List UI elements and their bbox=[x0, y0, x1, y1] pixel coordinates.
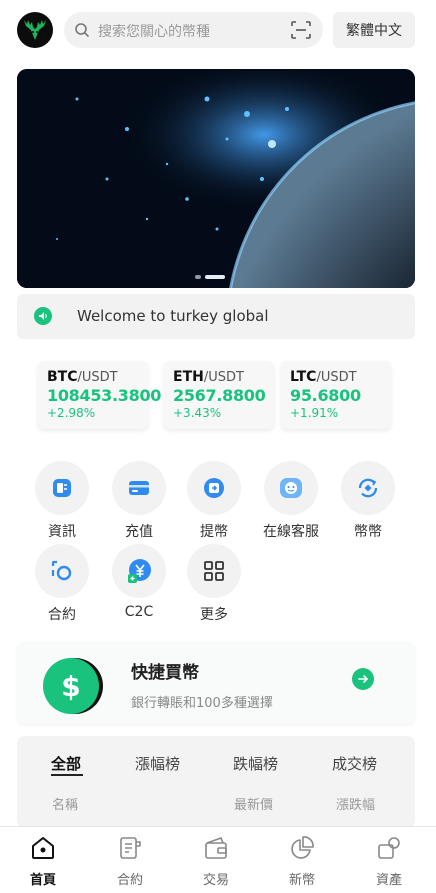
tab-volume[interactable]: 成交榜 bbox=[332, 753, 377, 774]
nav-label: 新幣 bbox=[288, 873, 315, 888]
quick-link-deposit[interactable]: 充值 bbox=[103, 461, 175, 541]
card-icon bbox=[112, 461, 166, 515]
hero-banner[interactable] bbox=[17, 69, 415, 288]
ticker-price: 95.6800 bbox=[290, 386, 361, 405]
quick-buy-card[interactable]: $ 快捷買幣 銀行轉賬和100多種選擇 bbox=[17, 642, 415, 724]
bottom-nav: 首頁 合約 交易 新幣 資產 bbox=[0, 826, 436, 893]
announcement-text: Welcome to turkey global bbox=[77, 307, 269, 325]
search-input[interactable]: 搜索您關心的幣種 bbox=[64, 12, 323, 48]
ticker-pair: ETH/USDT bbox=[173, 369, 244, 385]
language-button[interactable]: 繁體中文 bbox=[333, 12, 415, 48]
quick-link-c2c[interactable]: C2C bbox=[103, 544, 175, 624]
tab-all[interactable]: 全部 bbox=[51, 753, 81, 774]
wallet-icon bbox=[186, 833, 246, 863]
quick-link-label: 資訊 bbox=[48, 524, 76, 540]
arrow-right-icon[interactable] bbox=[352, 668, 374, 690]
nav-contract[interactable]: 合約 bbox=[100, 833, 160, 888]
support-icon bbox=[264, 461, 318, 515]
nav-label: 交易 bbox=[202, 873, 229, 888]
quick-link-label: 提幣 bbox=[200, 524, 228, 540]
pie-icon bbox=[272, 833, 332, 863]
quick-link-label: 在線客服 bbox=[263, 524, 319, 540]
quick-link-label: 合約 bbox=[48, 607, 76, 623]
active-tab-indicator bbox=[51, 774, 83, 776]
quick-link-exchange[interactable]: 幣幣 bbox=[332, 461, 404, 541]
withdraw-icon bbox=[187, 461, 241, 515]
market-panel: 全部 漲幅榜 跌幅榜 成交榜 名稱 最新價 漲跌幅 bbox=[17, 736, 415, 828]
tab-gainers[interactable]: 漲幅榜 bbox=[135, 753, 180, 774]
quick-link-label: 充值 bbox=[125, 524, 153, 540]
ticker-price: 2567.8800 bbox=[173, 386, 266, 405]
quick-link-label: C2C bbox=[124, 604, 154, 620]
top-header: 搜索您關心的幣種 繁體中文 bbox=[0, 0, 436, 62]
assets-icon bbox=[359, 833, 419, 863]
ticker-card-btc[interactable]: BTC/USDT 108453.3800 +2.98% bbox=[38, 361, 162, 429]
quick-buy-subtitle: 銀行轉賬和100多種選擇 bbox=[131, 696, 273, 711]
ticker-change: +2.98% bbox=[47, 406, 96, 420]
yen-icon bbox=[112, 544, 166, 598]
svg-text:$: $ bbox=[61, 670, 80, 703]
ticker-pair: BTC/USDT bbox=[47, 369, 118, 385]
ticker-change: +3.43% bbox=[173, 406, 222, 420]
nav-home[interactable]: 首頁 bbox=[13, 833, 73, 888]
column-change: 漲跌幅 bbox=[336, 798, 376, 813]
quick-link-support[interactable]: 在線客服 bbox=[255, 461, 327, 541]
dollar-coin-icon: $ bbox=[42, 656, 106, 720]
quick-link-withdraw[interactable]: 提幣 bbox=[178, 461, 250, 541]
contract-icon bbox=[35, 544, 89, 598]
quick-link-label: 更多 bbox=[200, 607, 228, 623]
quick-link-contract[interactable]: 合約 bbox=[26, 544, 98, 624]
column-last-price: 最新價 bbox=[234, 798, 274, 813]
announcement-bar[interactable]: Welcome to turkey global bbox=[17, 294, 415, 339]
quick-buy-title: 快捷買幣 bbox=[131, 663, 199, 683]
nav-label: 資產 bbox=[375, 873, 402, 888]
nav-label: 首頁 bbox=[29, 873, 56, 888]
quick-link-news[interactable]: 資訊 bbox=[26, 461, 98, 541]
nav-assets[interactable]: 資產 bbox=[359, 833, 419, 888]
contract-doc-icon bbox=[100, 833, 160, 863]
speaker-icon bbox=[34, 307, 52, 325]
quick-link-more[interactable]: 更多 bbox=[178, 544, 250, 624]
search-icon bbox=[74, 22, 90, 42]
deer-logo-icon[interactable] bbox=[17, 12, 53, 48]
search-placeholder: 搜索您關心的幣種 bbox=[98, 24, 210, 40]
ticker-pair: LTC/USDT bbox=[290, 369, 357, 385]
scan-icon[interactable] bbox=[290, 20, 312, 44]
ticker-change: +1.91% bbox=[290, 406, 339, 420]
home-icon bbox=[13, 833, 73, 863]
quick-link-label: 幣幣 bbox=[354, 524, 382, 540]
column-name: 名稱 bbox=[52, 798, 79, 813]
news-icon bbox=[35, 461, 89, 515]
ticker-price: 108453.3800 bbox=[47, 386, 162, 405]
nav-label: 合約 bbox=[116, 873, 143, 888]
grid-icon bbox=[187, 544, 241, 598]
nav-new-coins[interactable]: 新幣 bbox=[272, 833, 332, 888]
exchange-icon bbox=[341, 461, 395, 515]
tab-losers[interactable]: 跌幅榜 bbox=[233, 753, 278, 774]
ticker-card-ltc[interactable]: LTC/USDT 95.6800 +1.91% bbox=[281, 361, 391, 429]
ticker-card-eth[interactable]: ETH/USDT 2567.8800 +3.43% bbox=[164, 361, 274, 429]
nav-trade[interactable]: 交易 bbox=[186, 833, 246, 888]
